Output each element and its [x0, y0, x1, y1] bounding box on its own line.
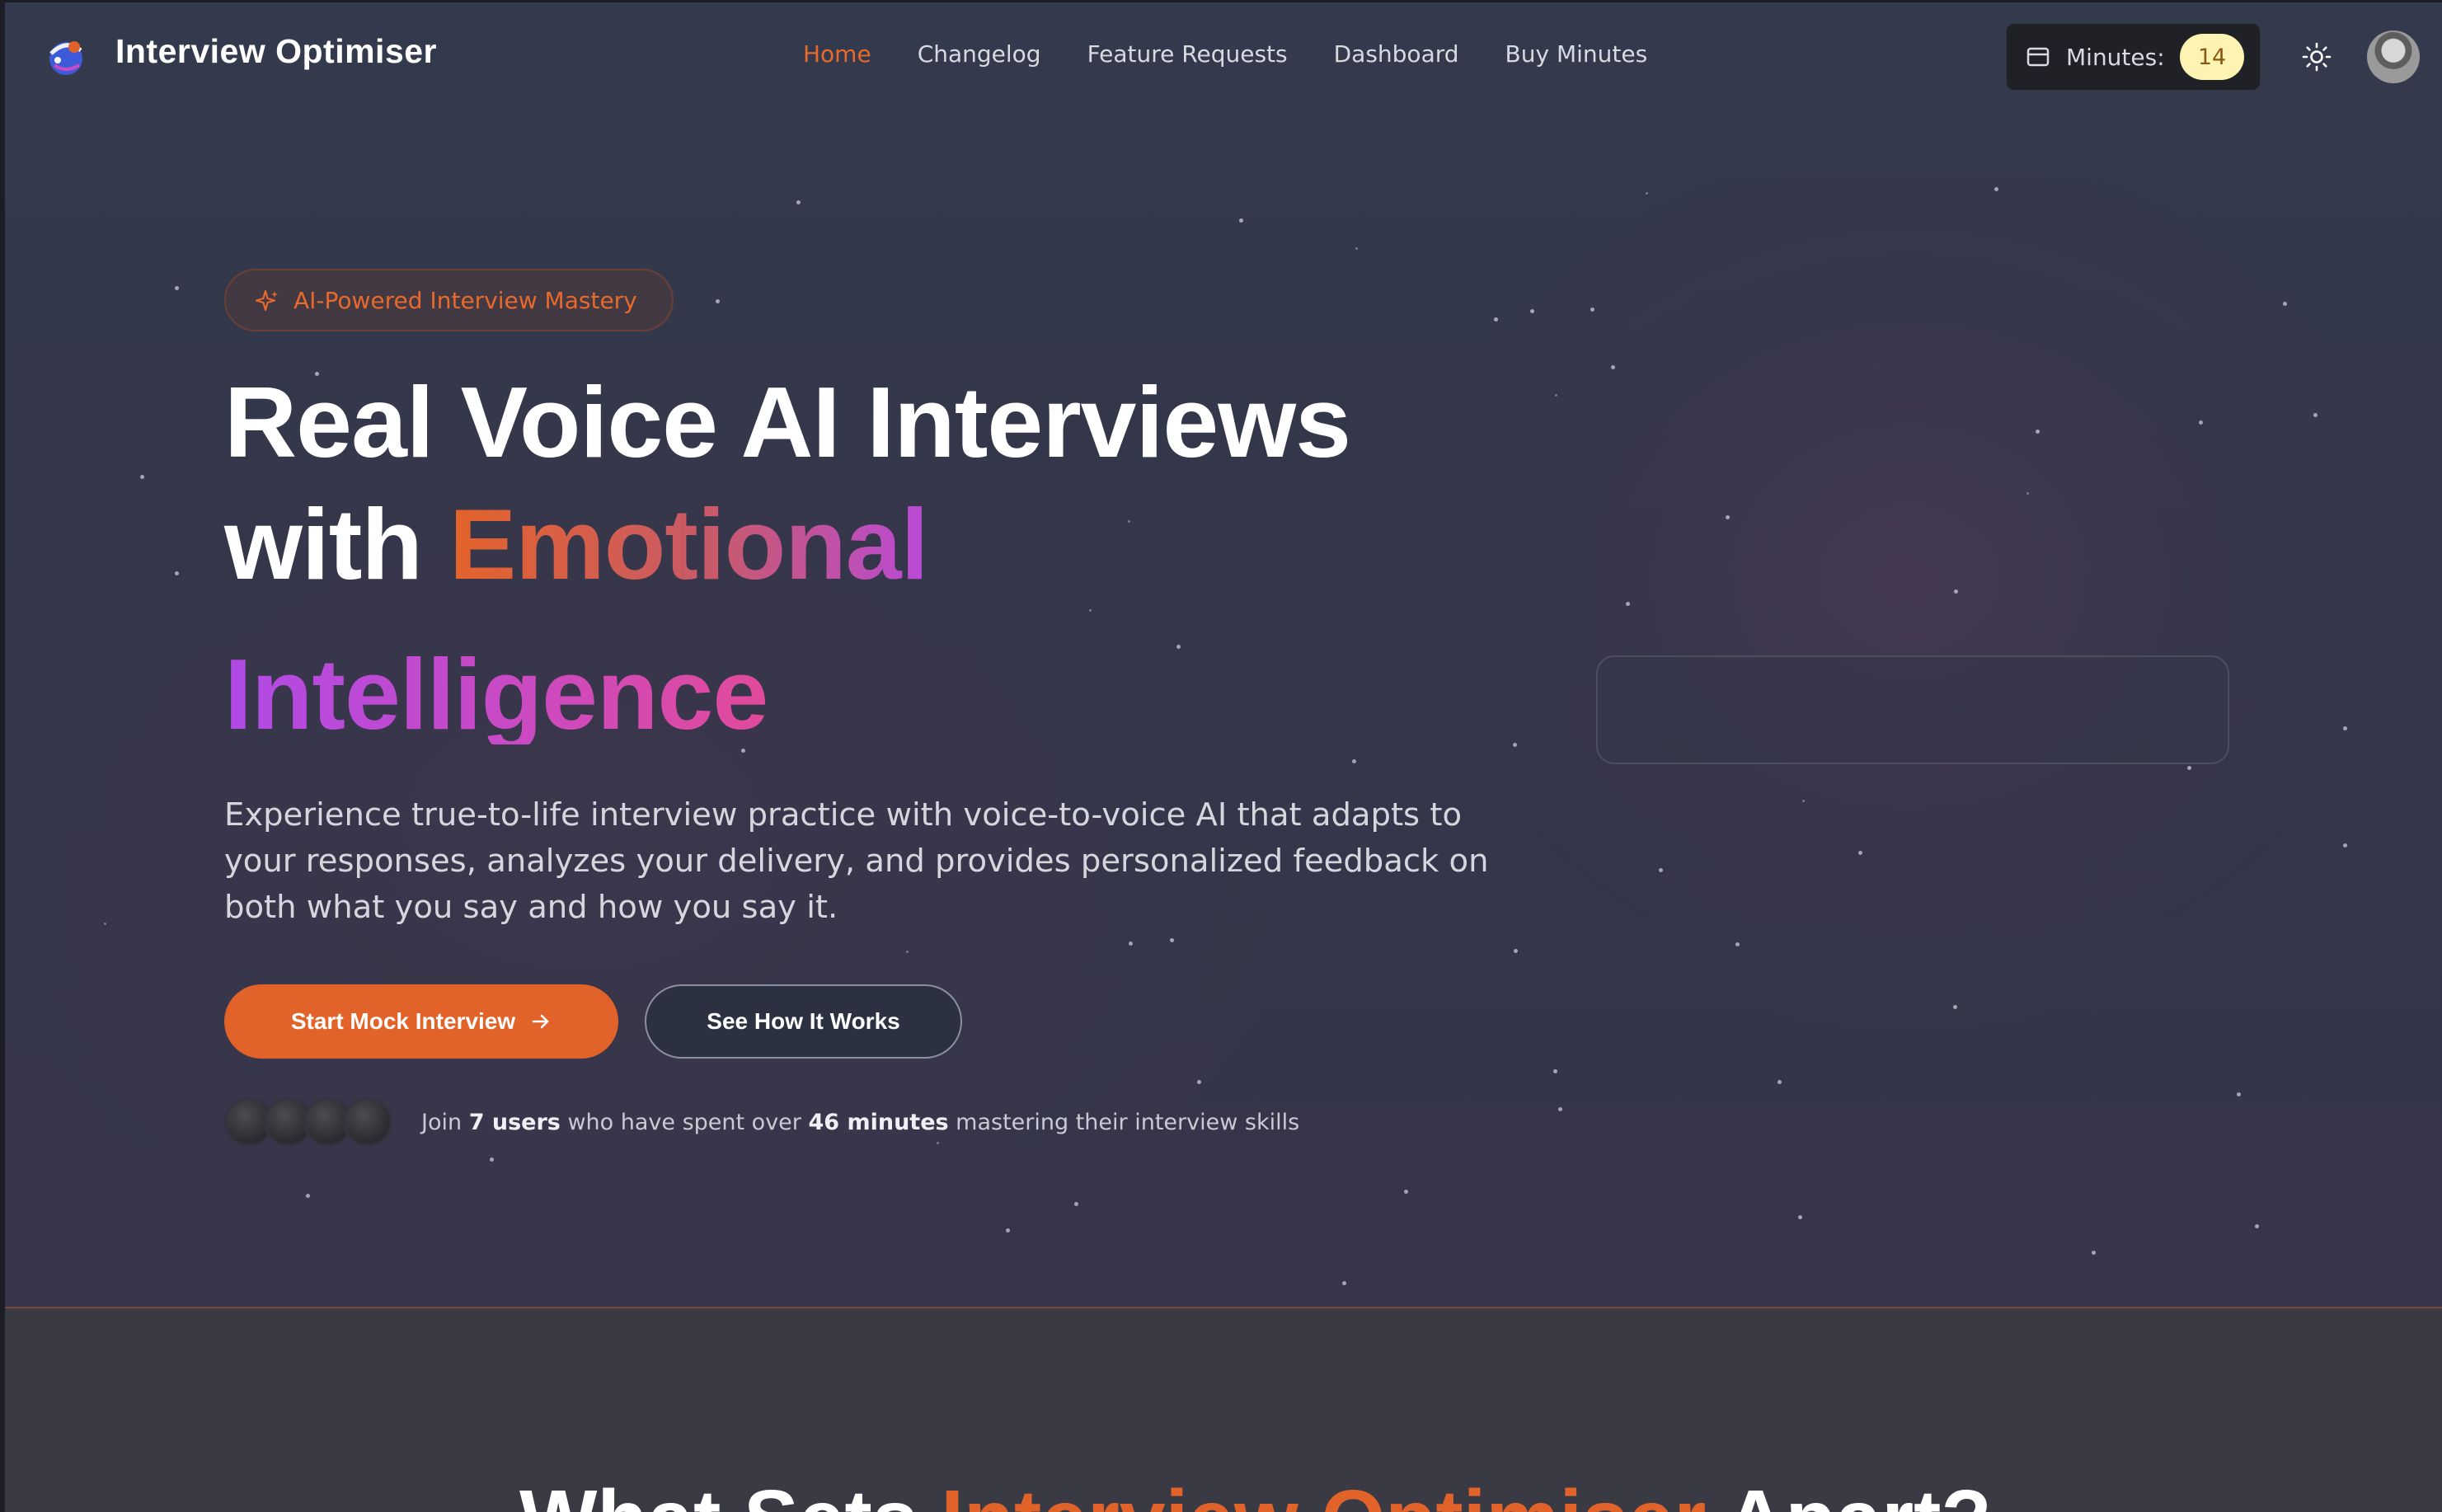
minutes-label: Minutes:: [2066, 44, 2165, 71]
nav-links: Home Changelog Feature Requests Dashboar…: [803, 40, 1693, 68]
user-avatar-4: [343, 1097, 392, 1147]
features-title-accent: Interview Optimiser: [941, 1473, 1706, 1512]
see-how-it-works-label: See How It Works: [707, 1008, 900, 1034]
user-avatars: [224, 1097, 397, 1150]
social-proof-suffix: mastering their interview skills: [948, 1110, 1300, 1135]
hero-title-line1: Real Voice AI Interviews: [224, 366, 1351, 478]
features-title-end: Apart?: [1706, 1473, 1991, 1512]
minutes-count-badge: 14: [2180, 34, 2244, 80]
social-proof: Join 7 users who have spent over 46 minu…: [421, 1110, 1299, 1135]
hero-badge: AI-Powered Interview Mastery: [224, 269, 674, 331]
social-proof-middle: who have spent over: [560, 1110, 809, 1135]
nav-link-home[interactable]: Home: [803, 40, 871, 68]
nav-link-dashboard[interactable]: Dashboard: [1334, 40, 1459, 68]
hero-description: Experience true-to-life interview practi…: [224, 796, 1489, 926]
features-title: What Sets Interview Optimiser Apart?: [519, 1478, 1992, 1512]
nav-link-changelog[interactable]: Changelog: [918, 40, 1041, 68]
minutes-balance[interactable]: Minutes: 14: [2006, 23, 2261, 91]
logo-icon[interactable]: [41, 35, 89, 78]
start-mock-interview-button[interactable]: Start Mock Interview: [224, 984, 618, 1059]
nav-link-feature-requests[interactable]: Feature Requests: [1087, 40, 1288, 68]
start-mock-interview-label: Start Mock Interview: [290, 1008, 516, 1034]
social-proof-users: 7 users: [468, 1110, 561, 1135]
social-proof-prefix: Join: [421, 1110, 469, 1135]
hero-title-emotional: Emotional: [448, 488, 929, 600]
arrow-right-icon: [532, 1014, 549, 1029]
page: Interview Optimiser Home Changelog Featu…: [0, 0, 2442, 1512]
brand-name[interactable]: Interview Optimiser: [115, 32, 437, 71]
badge-text: AI-Powered Interview Mastery: [294, 287, 637, 314]
hero-title-with: with: [224, 488, 449, 600]
card-icon: [2026, 47, 2050, 67]
sparkle-icon: [255, 289, 278, 312]
hero-title-line2: with Emotional: [224, 494, 929, 594]
features-title-start: What Sets: [519, 1473, 941, 1512]
top-nav: Interview Optimiser Home Changelog Featu…: [5, 2, 2442, 110]
nav-link-buy-minutes[interactable]: Buy Minutes: [1505, 40, 1648, 68]
user-avatar[interactable]: [2367, 31, 2420, 83]
sun-icon[interactable]: [2302, 42, 2332, 72]
social-proof-minutes: 46 minutes: [808, 1110, 949, 1135]
see-how-it-works-button[interactable]: See How It Works: [645, 984, 962, 1059]
hero-visual-card: [1596, 655, 2229, 764]
hero-title-intelligence: Intelligence: [224, 638, 768, 750]
